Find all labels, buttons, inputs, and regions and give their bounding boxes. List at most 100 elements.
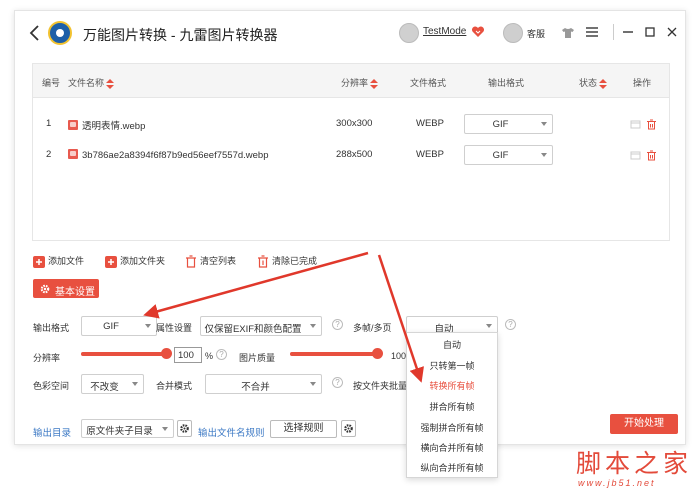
resolution-unit: % [205, 351, 214, 361]
rule-settings-button[interactable] [341, 420, 356, 437]
clear-done-label: 清除已完成 [272, 256, 318, 266]
menu-icon[interactable] [585, 26, 599, 38]
dropdown-option[interactable]: 横向合并所有帧 [407, 438, 497, 458]
dropdown-option[interactable]: 强制拼合所有帧 [407, 418, 497, 438]
delete-icon[interactable] [646, 119, 657, 130]
row-output-select[interactable]: GIF [464, 145, 553, 165]
maximize-icon[interactable] [643, 24, 657, 40]
merge-select[interactable]: 不合并 [205, 374, 322, 394]
add-file-button[interactable]: 添加文件 [33, 254, 84, 270]
clear-list-button[interactable]: 清空列表 [185, 254, 236, 270]
row-format: WEBP [416, 149, 444, 160]
close-icon[interactable] [665, 24, 679, 40]
row-filename-text: 透明表情.webp [82, 121, 146, 132]
choose-rule-button[interactable]: 选择规则 [270, 420, 337, 438]
resolution-input[interactable] [174, 347, 202, 363]
header-filename-label: 文件名称 [68, 78, 105, 88]
header-action: 操作 [633, 78, 652, 88]
merge-label: 合并模式 [156, 381, 193, 391]
row-output-select[interactable]: GIF [464, 114, 553, 134]
open-folder-icon[interactable] [630, 150, 641, 161]
username-link[interactable]: TestMode [423, 26, 466, 37]
help-icon[interactable]: ? [332, 377, 343, 388]
dropdown-option[interactable]: 纵向合并所有帧 [407, 458, 497, 478]
filename-rule-label[interactable]: 输出文件名规则 [198, 425, 265, 439]
row-output-value: GIF [492, 150, 509, 161]
service-avatar[interactable] [503, 23, 523, 43]
table-header: 编号 文件名称 分辨率 文件格式 输出格式 状态 操作 [33, 64, 669, 98]
row-output-value: GIF [492, 119, 509, 130]
trash-icon [186, 255, 196, 268]
add-file-label: 添加文件 [48, 256, 85, 266]
resolution-slider[interactable] [81, 348, 172, 359]
header-format: 文件格式 [410, 78, 447, 88]
output-format-label: 输出格式 [33, 323, 70, 333]
start-processing-button[interactable]: 开始处理 [610, 414, 678, 434]
header-output: 输出格式 [488, 78, 525, 88]
trash-done-icon [258, 255, 268, 268]
add-folder-label: 添加文件夹 [120, 256, 166, 266]
help-icon[interactable]: ? [216, 349, 227, 360]
header-index: 编号 [42, 78, 61, 88]
chevron-down-icon [145, 324, 151, 328]
row-filename: 3b786ae2a8394f6f87b9ed56eef7557d.webp [68, 149, 269, 161]
row-resolution: 288x500 [336, 149, 373, 160]
plus-icon [105, 255, 117, 268]
basic-settings-label: 基本设置 [55, 287, 95, 298]
clear-list-label: 清空列表 [200, 256, 237, 266]
user-avatar[interactable] [399, 23, 419, 43]
dropdown-option-selected[interactable]: 转换所有帧 [407, 376, 497, 396]
header-status[interactable]: 状态 [579, 76, 608, 89]
header-resolution-label: 分辨率 [341, 78, 369, 88]
image-file-icon [68, 149, 78, 159]
app-logo [48, 21, 72, 45]
chevron-down-icon [541, 153, 547, 157]
minimize-icon[interactable] [621, 24, 635, 40]
app-window: 万能图片转换 - 九雷图片转换器 TestMode 客服 编号 文件名称 分辨率… [14, 10, 686, 445]
table-row[interactable]: 2 3b786ae2a8394f6f87b9ed56eef7557d.webp … [33, 139, 669, 171]
back-arrow-icon[interactable] [27, 23, 43, 43]
app-title: 万能图片转换 - 九雷图片转换器 [83, 27, 278, 43]
row-resolution: 300x300 [336, 118, 373, 129]
header-resolution[interactable]: 分辨率 [341, 76, 379, 89]
colorspace-label: 色彩空间 [33, 381, 70, 391]
dropdown-option[interactable]: 拼合所有帧 [407, 397, 497, 417]
row-filename: 透明表情.webp [68, 118, 145, 132]
quality-slider-knob[interactable] [372, 348, 383, 359]
watermark: 脚本之家 www.jb51.net [574, 444, 698, 490]
help-icon[interactable]: ? [332, 319, 343, 330]
quality-slider[interactable] [290, 348, 383, 359]
titlebar-divider [613, 24, 614, 40]
watermark-url: www.jb51.net [578, 478, 656, 488]
colorspace-value: 不改变 [90, 382, 119, 393]
dropdown-option[interactable]: 只转第一帧 [407, 356, 497, 376]
multiframe-label: 多帧/多页 [353, 323, 392, 333]
resolution-slider-knob[interactable] [161, 348, 172, 359]
output-dir-settings-button[interactable] [177, 420, 192, 437]
table-row[interactable]: 1 透明表情.webp 300x300 WEBP GIF [33, 108, 669, 140]
skin-shirt-icon[interactable] [561, 27, 575, 39]
service-label[interactable]: 客服 [527, 27, 545, 40]
basic-settings-button[interactable]: 基本设置 [33, 279, 99, 298]
add-folder-button[interactable]: 添加文件夹 [105, 254, 165, 270]
header-filename[interactable]: 文件名称 [68, 76, 115, 89]
output-dir-label[interactable]: 输出目录 [33, 425, 71, 439]
vip-heart-icon[interactable] [471, 25, 485, 39]
chevron-down-icon [132, 382, 138, 386]
output-dir-select[interactable]: 原文件夹子目录 [81, 419, 174, 438]
clear-done-button[interactable]: 清除已完成 [257, 254, 317, 270]
open-folder-icon[interactable] [630, 119, 641, 130]
row-index: 1 [46, 118, 52, 129]
help-icon[interactable]: ? [505, 319, 516, 330]
output-format-select[interactable]: GIF [81, 316, 157, 336]
colorspace-select[interactable]: 不改变 [81, 374, 144, 394]
dropdown-option[interactable]: 自动 [407, 335, 497, 355]
delete-icon[interactable] [646, 150, 657, 161]
gear-icon [344, 424, 353, 433]
row-format: WEBP [416, 118, 444, 129]
resolution-label: 分辨率 [33, 353, 61, 363]
watermark-text: 脚本之家 [576, 449, 693, 478]
chevron-down-icon [162, 427, 168, 431]
attr-label: 属性设置 [156, 323, 193, 333]
attr-select[interactable]: 仅保留EXIF和颜色配置 [200, 316, 322, 336]
